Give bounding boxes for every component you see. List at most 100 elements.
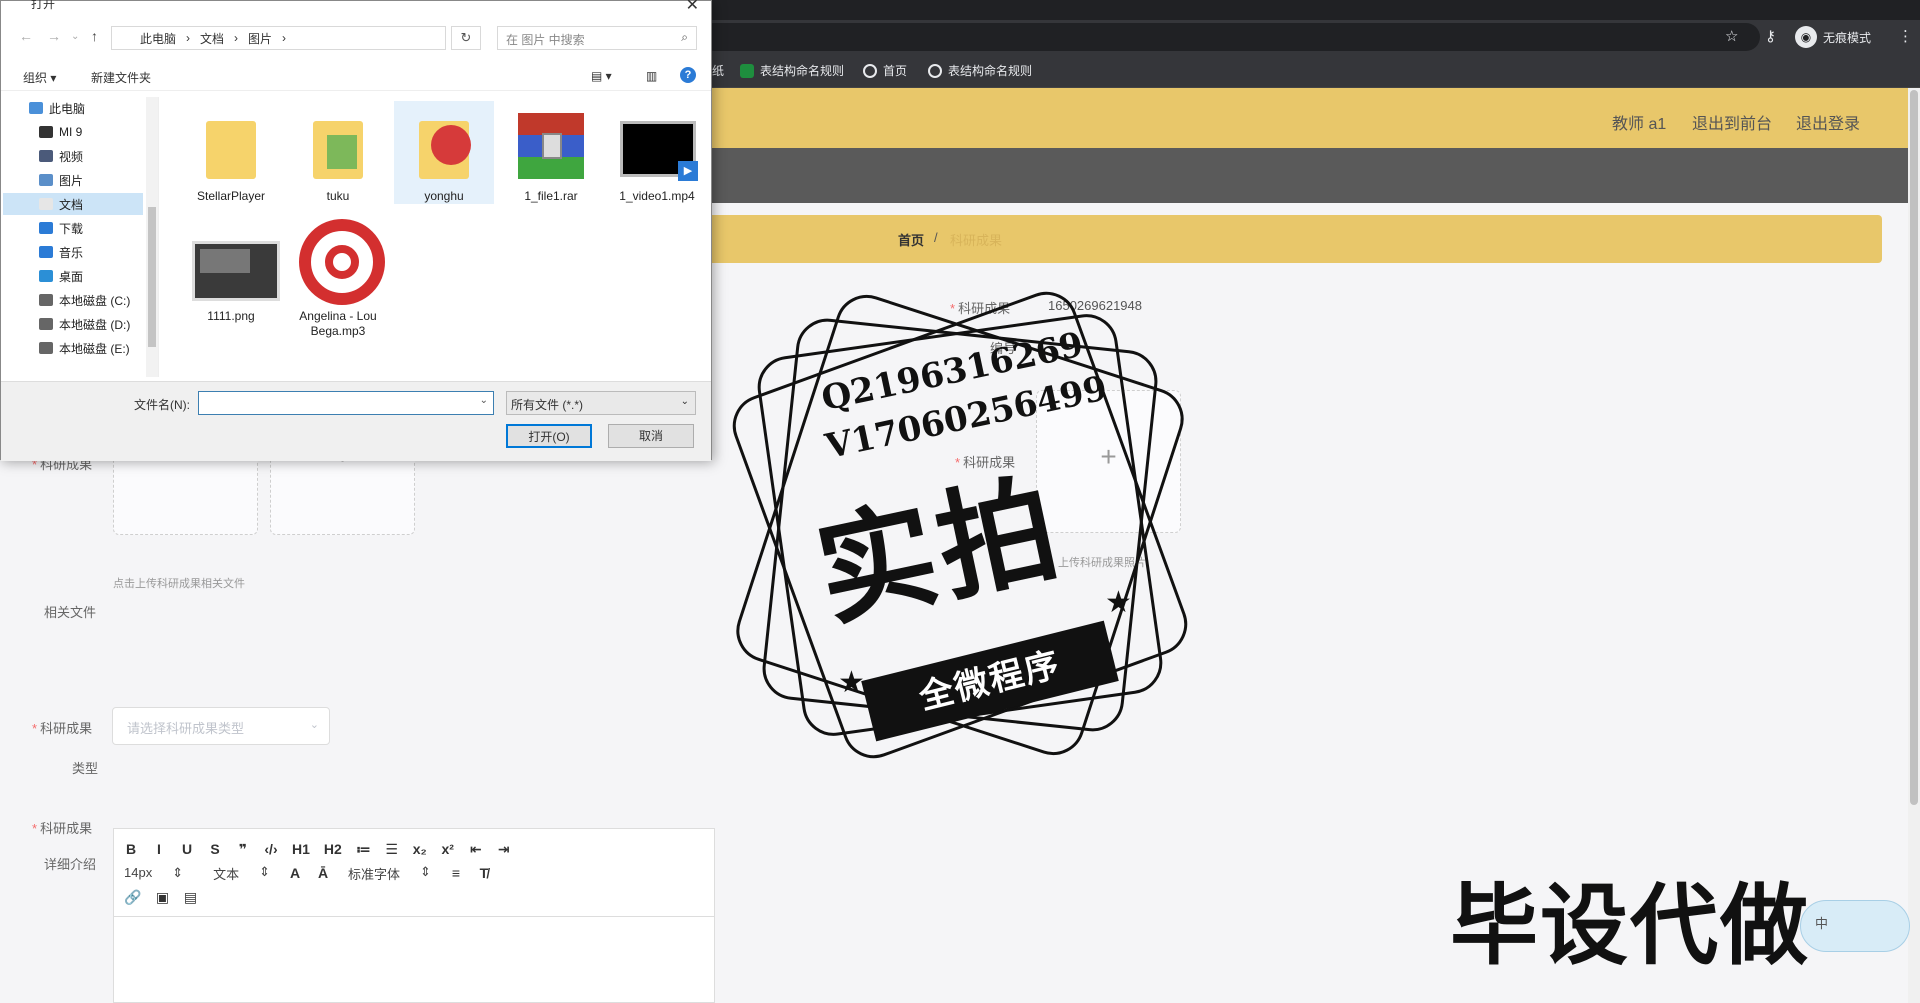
video-icon[interactable]: ▤ xyxy=(183,889,197,906)
sheet-icon xyxy=(740,63,754,78)
filetype-select[interactable]: 所有文件 (*.*) ⌄ xyxy=(506,391,696,415)
toolbar-button-icon[interactable]: x² xyxy=(441,841,455,857)
detail-label-2: 详细介绍 xyxy=(44,857,97,872)
toolbar-button-icon[interactable]: ⇤ xyxy=(469,841,483,858)
user-name[interactable]: 教师 a1 xyxy=(1612,110,1666,134)
music-icon xyxy=(39,246,53,258)
up-icon[interactable]: ↑ xyxy=(91,28,98,44)
toolbar-button-icon[interactable]: ⇥ xyxy=(497,841,511,858)
toolbar-button-icon[interactable]: ❞ xyxy=(236,841,250,858)
chevron-down-icon: ⌄ xyxy=(309,719,319,731)
nav-item[interactable]: MI 9 xyxy=(3,121,143,143)
organize-button[interactable]: 组织 ▾ xyxy=(23,69,56,86)
open-button[interactable]: 打开(O) xyxy=(506,424,592,448)
toolbar-button-icon[interactable]: I xyxy=(152,841,166,857)
link-icon[interactable]: 🔗 xyxy=(124,889,141,906)
text-type-select[interactable]: 文本 ⇕ xyxy=(213,864,270,883)
toolbar-button-icon[interactable]: ☰ xyxy=(385,841,399,858)
toolbar-button-icon[interactable]: ‹/› xyxy=(264,841,278,857)
watermark-stamp: ★ ★ Q2196316269 V17060256499 实拍 全微程序 xyxy=(720,280,1200,770)
nav-scrollbar-thumb[interactable] xyxy=(148,207,156,347)
file-item[interactable]: tuku xyxy=(288,101,388,204)
navigation-pane: 此电脑 MI 9 视频 图片 文档 下载 音乐 桌面 本地磁盘 (C:) 本地磁盘 (D:) 本地磁… xyxy=(3,97,159,377)
bookmark-item[interactable]: 表结构命名规则 xyxy=(928,62,1032,79)
nav-item[interactable]: 文档 xyxy=(3,193,143,215)
forward-icon[interactable]: → xyxy=(47,28,61,44)
toolbar-button-icon[interactable]: x₂ xyxy=(413,841,427,857)
font-family-select[interactable]: 标准字体 ⇕ xyxy=(348,864,431,883)
file-label-2: 相关文件 xyxy=(44,605,97,620)
file-item[interactable]: 1_file1.rar xyxy=(501,101,601,204)
nav-item[interactable]: 本地磁盘 (E:) xyxy=(3,337,143,359)
path-bar[interactable]: 此电脑 › 文档 › 图片 › xyxy=(111,26,446,50)
logout-link[interactable]: 退出登录 xyxy=(1796,110,1860,134)
bookmark-item[interactable]: 表结构命名规则 xyxy=(740,62,844,79)
toolbar-button-icon[interactable]: B xyxy=(124,841,138,857)
file-item[interactable]: Angelina - Lou Bega.mp3 xyxy=(288,219,388,339)
toolbar-row: B I U S ❞ ‹/› H1 H2 ≔ ☰ x₂ x² ⇤ ⇥ xyxy=(124,837,704,861)
nav-scrollbar[interactable] xyxy=(146,97,158,377)
align-icon[interactable]: ≡ xyxy=(449,865,463,881)
page-scrollbar[interactable] xyxy=(1908,88,1920,1003)
bookmark-item[interactable]: 纸 xyxy=(712,62,724,79)
toolbar-button-icon[interactable]: H1 xyxy=(292,841,310,857)
toolbar-button-icon[interactable]: S xyxy=(208,841,222,857)
nav-item[interactable]: 桌面 xyxy=(3,265,143,287)
chevron-down-icon: ⌄ xyxy=(680,396,689,407)
file-item[interactable]: StellarPlayer xyxy=(181,101,281,204)
recent-icon[interactable]: ⌄ xyxy=(71,31,79,42)
file-name: 1_video1.mp4 xyxy=(619,189,695,203)
file-item[interactable]: 1111.png xyxy=(181,221,281,324)
new-folder-button[interactable]: 新建文件夹 xyxy=(91,69,151,86)
type-select[interactable]: 请选择科研成果类型 ⌄ xyxy=(112,707,330,745)
filename-input[interactable]: ⌄ xyxy=(198,391,494,415)
search-input[interactable]: 在 图片 中搜索 ⌕ xyxy=(497,26,697,50)
file-upload-hint: 点击上传科研成果相关文件 xyxy=(113,578,245,590)
ime-indicator[interactable]: 中 xyxy=(1800,900,1910,952)
back-to-front-link[interactable]: 退出到前台 xyxy=(1692,110,1772,134)
browser-menu-icon[interactable]: ⋮ xyxy=(1898,27,1913,45)
toolbar-button-icon[interactable]: ≔ xyxy=(356,841,371,858)
view-icon[interactable]: ▤ ▾ xyxy=(591,69,612,83)
nav-item[interactable]: 本地磁盘 (C:) xyxy=(3,289,143,311)
toolbar-row: 🔗 ▣ ▤ xyxy=(124,885,704,909)
font-color-icon[interactable]: A xyxy=(288,865,302,881)
nav-item[interactable]: 此电脑 xyxy=(3,97,143,119)
drive-icon xyxy=(39,342,53,354)
background-color-icon[interactable]: Ā xyxy=(316,865,330,881)
scrollbar-thumb[interactable] xyxy=(1910,90,1918,805)
help-icon[interactable]: ? xyxy=(680,67,696,83)
nav-item[interactable]: 图片 xyxy=(3,169,143,191)
nav-item[interactable]: 音乐 xyxy=(3,241,143,263)
download-icon xyxy=(39,222,53,234)
bottom-watermark: 毕设代做 xyxy=(1450,874,1811,977)
rich-text-editor[interactable]: B I U S ❞ ‹/› H1 H2 ≔ ☰ x₂ x² ⇤ ⇥ 14px ⇕ 文本 ⇕ A Ā 标准字体 ⇕… xyxy=(113,828,715,1003)
file-name: 1_file1.rar xyxy=(524,189,578,203)
toolbar-button-icon[interactable]: U xyxy=(180,841,194,857)
chevron-down-icon[interactable]: ⌄ xyxy=(480,395,488,406)
breadcrumb-home[interactable]: 首页 xyxy=(898,230,924,249)
bookmark-item[interactable]: 首页 xyxy=(863,62,907,79)
toolbar-button-icon[interactable]: H2 xyxy=(324,841,342,857)
file-name: 1111.png xyxy=(207,309,255,323)
nav-item[interactable]: 视频 xyxy=(3,145,143,167)
clear-format-icon[interactable]: T̸ xyxy=(477,865,491,881)
close-icon[interactable]: ✕ xyxy=(686,0,699,15)
cancel-button[interactable]: 取消 xyxy=(608,424,694,448)
dialog-titlebar: 打开 ✕ xyxy=(1,0,711,15)
file-item[interactable]: ▶ 1_video1.mp4 xyxy=(607,101,707,204)
star-icon[interactable]: ☆ xyxy=(1725,27,1738,45)
back-icon[interactable]: ← xyxy=(19,28,33,44)
nav-item[interactable]: 本地磁盘 (D:) xyxy=(3,313,143,335)
font-size-select[interactable]: 14px ⇕ xyxy=(124,865,183,881)
key-icon[interactable]: ⚷ xyxy=(1765,27,1776,45)
preview-pane-icon[interactable]: ▥ xyxy=(646,69,657,83)
breadcrumb-separator: / xyxy=(934,230,938,245)
dialog-title: 打开 xyxy=(31,0,56,11)
nav-item[interactable]: 下载 xyxy=(3,217,143,239)
image-icon[interactable]: ▣ xyxy=(155,889,169,906)
incognito-indicator[interactable]: ◉ 无痕模式 xyxy=(1795,25,1871,49)
file-item[interactable]: yonghu xyxy=(394,101,494,204)
refresh-icon[interactable]: ↻ xyxy=(451,26,481,50)
address-bar[interactable] xyxy=(700,23,1760,51)
